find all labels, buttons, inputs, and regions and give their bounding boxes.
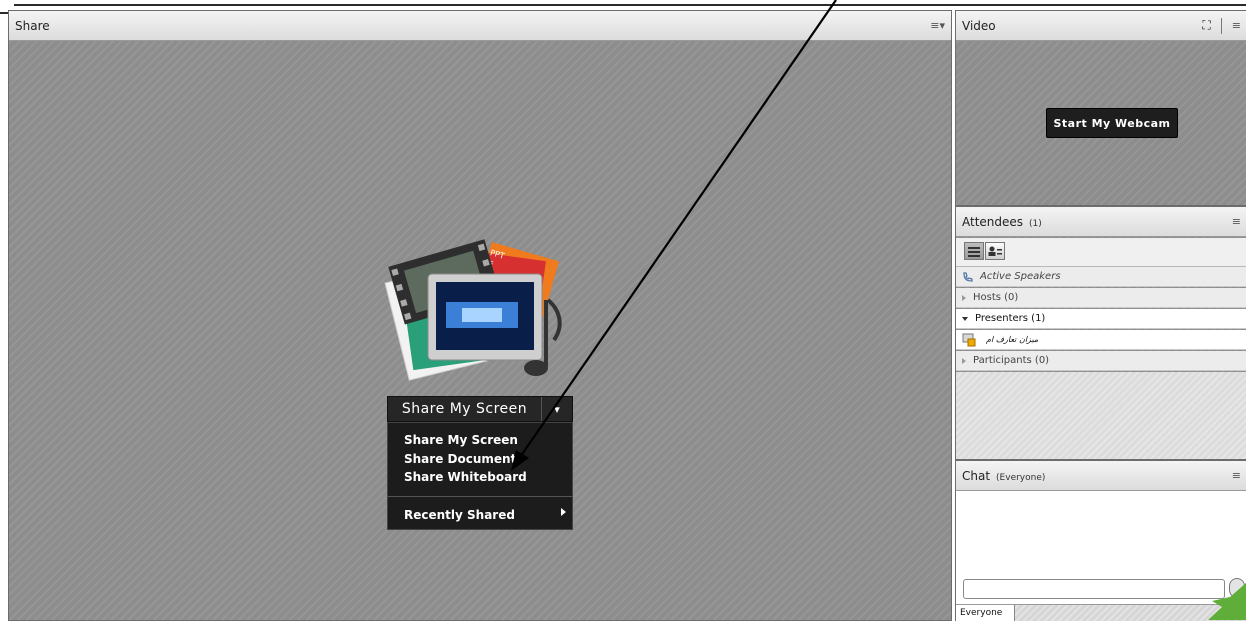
presenters-section-label: Presenters (1) <box>975 313 1046 324</box>
hosts-section-label: Hosts (0) <box>973 292 1019 303</box>
active-speakers-row: Active Speakers <box>956 267 1246 287</box>
participants-section-label: Participants (0) <box>973 355 1050 366</box>
attendees-pod: Attendees (1) ≡ Active Speakers Hosts (0)… <box>955 206 1246 460</box>
attendees-pod-header: Attendees (1) ≡ <box>956 207 1246 237</box>
share-my-screen-button[interactable]: Share My Screen <box>388 397 542 421</box>
expanded-arrow-icon <box>962 316 968 321</box>
list-view-icon[interactable] <box>964 242 984 260</box>
pod-options-menu-icon[interactable]: ≡ <box>1232 215 1241 228</box>
attendee-list-empty-area <box>956 372 1246 459</box>
video-pod-header: Video ⛶ ≡ <box>956 11 1246 41</box>
fullscreen-icon[interactable]: ⛶ <box>1202 18 1210 33</box>
share-dropdown-caret-icon[interactable]: ▾ <box>542 397 572 421</box>
menu-divider <box>388 496 572 497</box>
pod-options-menu-icon[interactable]: ≡ <box>1232 469 1241 482</box>
monitor-icon <box>427 273 543 361</box>
submenu-arrow-icon <box>561 508 566 516</box>
top-border-line <box>14 4 1246 6</box>
green-corner-badge-icon <box>1208 583 1246 620</box>
attendees-pod-title: Attendees <box>962 214 1024 229</box>
video-pod: Video ⛶ ≡ Start My Webcam <box>955 10 1246 206</box>
active-speakers-label: Active Speakers <box>980 271 1061 282</box>
chat-tab-bar: Everyone <box>956 604 1246 621</box>
attendees-toolbar <box>956 238 1246 267</box>
header-divider <box>1220 17 1222 34</box>
menu-item-share-document[interactable]: Share Document <box>404 452 516 466</box>
chat-pod-title: Chat <box>962 468 991 483</box>
presenter-role-icon <box>962 333 976 346</box>
chat-pod: Chat (Everyone) ≡ Everyone <box>955 460 1246 621</box>
presenters-section-row[interactable]: Presenters (1) <box>956 309 1246 329</box>
video-pod-title: Video <box>962 18 996 33</box>
phone-speaker-icon <box>963 271 973 282</box>
top-border <box>0 0 1246 14</box>
menu-item-share-whiteboard[interactable]: Share Whiteboard <box>404 470 527 484</box>
pod-options-menu-icon[interactable]: ≡▾ <box>930 19 945 32</box>
hosts-section-row[interactable]: Hosts (0) <box>956 288 1246 308</box>
share-pod-title: Share <box>15 18 50 33</box>
start-my-webcam-button[interactable]: Start My Webcam <box>1046 108 1178 138</box>
participants-section-row[interactable]: Participants (0) <box>956 351 1246 371</box>
chat-scope-label: (Everyone) <box>996 472 1046 483</box>
pod-options-menu-icon[interactable]: ≡ <box>1232 19 1241 32</box>
menu-item-recently-shared[interactable]: Recently Shared <box>404 508 515 522</box>
chat-message-input[interactable] <box>963 579 1225 599</box>
attendee-count: (1) <box>1029 218 1042 229</box>
collapsed-arrow-icon <box>962 357 966 364</box>
chat-pod-header: Chat (Everyone) ≡ <box>956 461 1246 491</box>
presenter-name: ﻣﯿﺰﺍﻥ ﺗﻌﺎﺭﻑ ﺍﻡ <box>986 335 1039 344</box>
share-dropdown-menu: Share My Screen Share Document Share Whi… <box>387 422 573 530</box>
share-pod-header: Share ≡▾ <box>9 11 951 41</box>
chat-message-area <box>956 492 1246 578</box>
attendee-list-item[interactable]: ﻣﯿﺰﺍﻥ ﺗﻌﺎﺭﻑ ﺍﻡ <box>956 330 1246 350</box>
share-content-illustration: PPT PDF <box>384 239 562 381</box>
attendee-status-view-icon[interactable] <box>985 242 1005 260</box>
collapsed-arrow-icon <box>962 294 966 301</box>
share-my-screen-split-button[interactable]: Share My Screen ▾ <box>387 396 573 422</box>
menu-item-share-my-screen[interactable]: Share My Screen <box>404 433 518 447</box>
